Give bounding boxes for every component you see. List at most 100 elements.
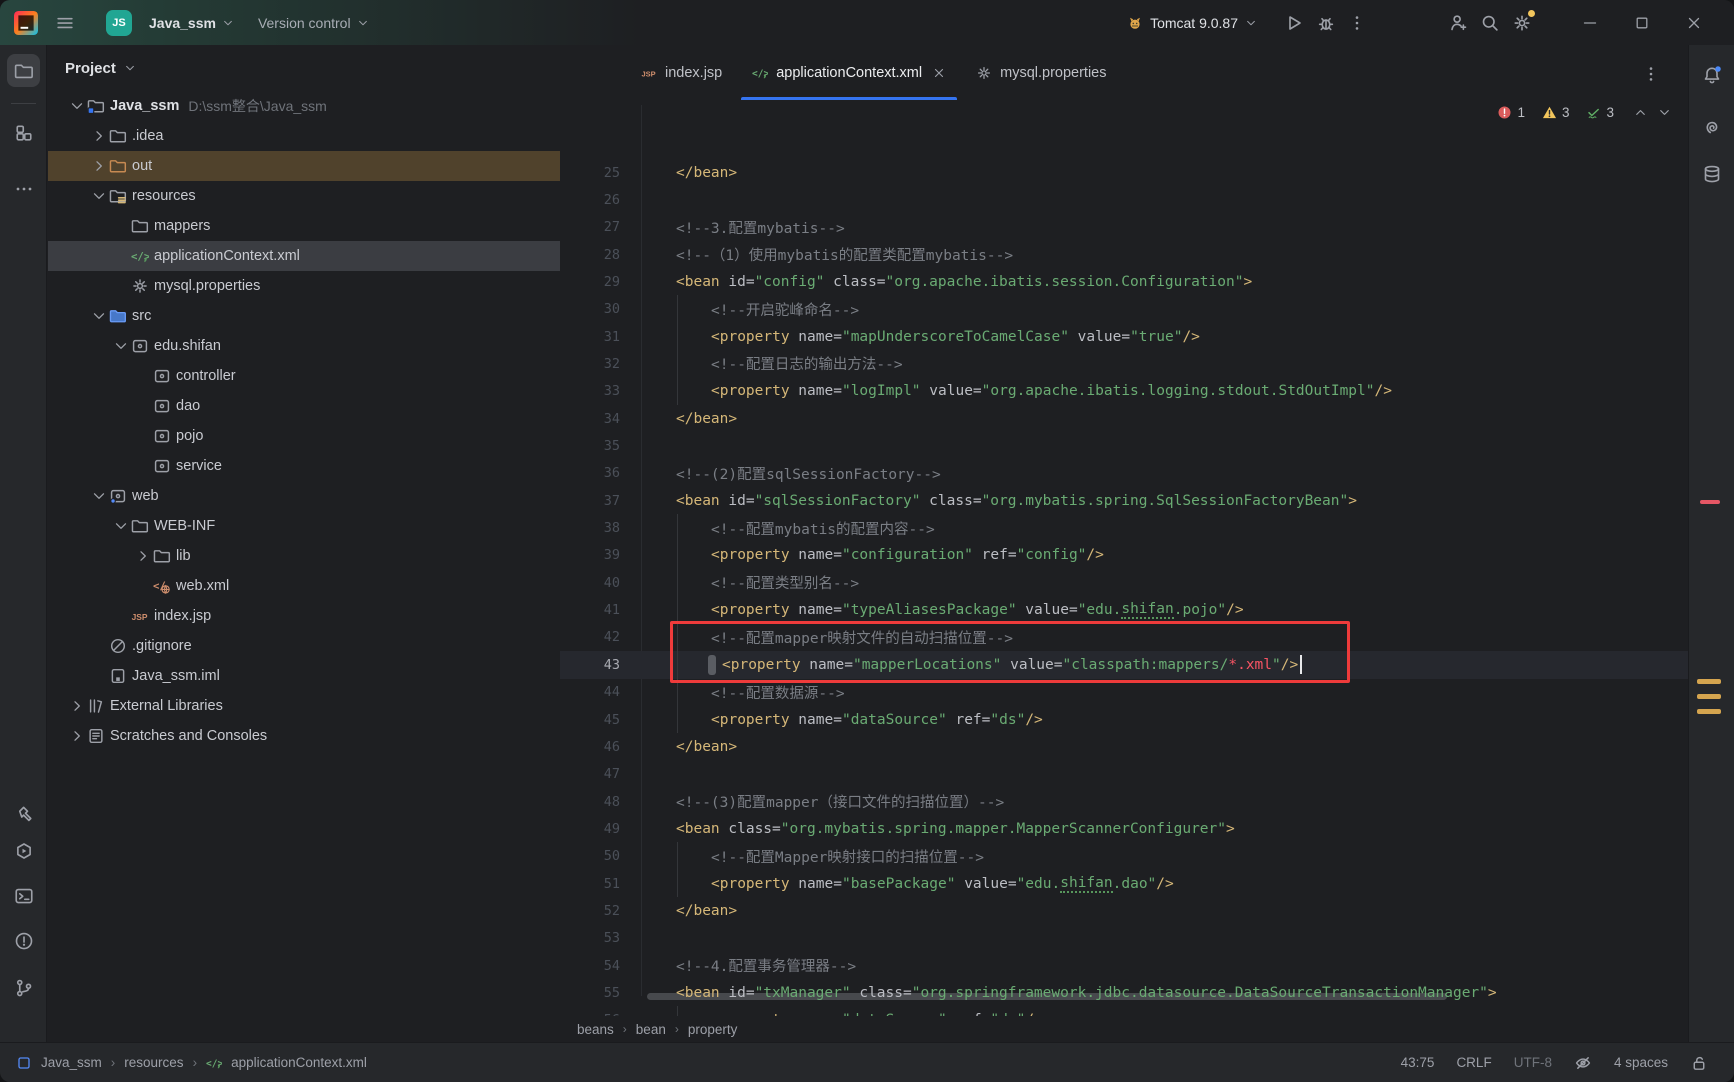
highlighting-level-icon[interactable] [1574, 1054, 1592, 1072]
project-panel-header[interactable]: Project [48, 45, 560, 91]
terminal-tool-button[interactable] [7, 879, 40, 912]
structure-tool-button[interactable] [7, 116, 40, 149]
chevron-right-icon[interactable] [69, 698, 85, 714]
code-line-36[interactable]: <!--(2)配置sqlSessionFactory--> [676, 459, 941, 487]
line-number[interactable]: 29 [560, 268, 620, 296]
tab-index-jsp[interactable]: JSPindex.jsp [626, 45, 737, 100]
tab-options-button[interactable] [1636, 59, 1666, 89]
project-switcher-button[interactable]: Java_ssm [142, 10, 241, 36]
line-number[interactable]: 31 [560, 323, 620, 351]
line-number[interactable]: 47 [560, 760, 620, 788]
line-number[interactable]: 30 [560, 295, 620, 323]
code-line-46[interactable]: </bean> [676, 733, 737, 761]
tree-item-pojo[interactable]: pojo [48, 421, 560, 451]
chevron-down-icon[interactable] [91, 188, 107, 204]
line-number[interactable]: 28 [560, 241, 620, 269]
breadcrumb-beans[interactable]: beans [577, 1022, 614, 1037]
tree-item-edu-shifan[interactable]: edu.shifan [48, 331, 560, 361]
chevron-down-icon[interactable] [113, 518, 129, 534]
code-line-28[interactable]: <!--（1）使用mybatis的配置类配置mybatis--> [676, 241, 1013, 269]
version-control-tool-button[interactable] [7, 971, 40, 1004]
database-tool-button[interactable] [1695, 157, 1729, 191]
ai-assistant-button[interactable] [1695, 110, 1729, 144]
services-tool-button[interactable] [7, 834, 40, 867]
chevron-right-icon[interactable] [91, 158, 107, 174]
breadcrumb-property[interactable]: property [688, 1022, 738, 1037]
build-tool-button[interactable] [7, 796, 40, 829]
code-line-25[interactable]: </bean> [676, 159, 737, 187]
file-encoding[interactable]: UTF-8 [1514, 1055, 1552, 1070]
warning-stripe-mark[interactable] [1697, 694, 1721, 699]
maximize-button[interactable] [1616, 7, 1668, 39]
code-line-38[interactable]: <!--配置mybatis的配置内容--> [711, 514, 935, 542]
tree-item-external-libraries[interactable]: External Libraries [48, 691, 560, 721]
tree-item-web[interactable]: web [48, 481, 560, 511]
code-line-55[interactable]: <bean id="txManager" class="org.springfr… [676, 979, 1497, 1007]
line-number[interactable]: 34 [560, 405, 620, 433]
settings-button[interactable] [1506, 7, 1538, 39]
line-number[interactable]: 44 [560, 678, 620, 706]
project-tool-button[interactable] [7, 54, 40, 87]
line-number[interactable]: 46 [560, 733, 620, 761]
code-line-49[interactable]: <bean class="org.mybatis.spring.mapper.M… [676, 815, 1235, 843]
code-line-34[interactable]: </bean> [676, 405, 737, 433]
code-line-52[interactable]: </bean> [676, 897, 737, 925]
line-number[interactable]: 25 [560, 159, 620, 187]
tree-item-service[interactable]: service [48, 451, 560, 481]
line-number[interactable]: 33 [560, 377, 620, 405]
status-crumb-applicationcontext-xml[interactable]: applicationContext.xml [231, 1055, 367, 1070]
tab-close-icon[interactable] [932, 66, 946, 80]
search-everywhere-button[interactable] [1474, 7, 1506, 39]
chevron-down-icon[interactable] [113, 338, 129, 354]
tree-item-scratches-and-consoles[interactable]: Scratches and Consoles [48, 721, 560, 751]
breadcrumb-bean[interactable]: bean [636, 1022, 666, 1037]
line-number[interactable]: 54 [560, 952, 620, 980]
line-number[interactable]: 40 [560, 569, 620, 597]
code-editor[interactable]: beans›bean›property 25</bean>2627<!--3.配… [560, 100, 1688, 1042]
tree-item-src[interactable]: src [48, 301, 560, 331]
line-number[interactable]: 38 [560, 514, 620, 542]
line-number[interactable]: 35 [560, 432, 620, 460]
line-number[interactable]: 52 [560, 897, 620, 925]
line-number[interactable]: 36 [560, 459, 620, 487]
line-number[interactable]: 39 [560, 541, 620, 569]
line-number[interactable]: 37 [560, 487, 620, 515]
indent-setting[interactable]: 4 spaces [1614, 1055, 1668, 1070]
tree-item--gitignore[interactable]: .gitignore [48, 631, 560, 661]
more-tool-windows-button[interactable] [7, 172, 40, 205]
line-number[interactable]: 26 [560, 186, 620, 214]
tree-item--idea[interactable]: .idea [48, 121, 560, 151]
code-line-51[interactable]: <property name="basePackage" value="edu.… [711, 870, 1174, 898]
line-number[interactable]: 55 [560, 979, 620, 1007]
warning-stripe-mark[interactable] [1697, 679, 1721, 684]
line-number[interactable]: 48 [560, 788, 620, 816]
warning-stripe-mark[interactable] [1697, 709, 1721, 714]
vcs-widget-button[interactable]: Version control [251, 10, 376, 36]
code-line-30[interactable]: <!--开启驼峰命名--> [711, 295, 859, 323]
tree-item-web-inf[interactable]: WEB-INF [48, 511, 560, 541]
more-actions-button[interactable] [1342, 8, 1372, 38]
code-line-39[interactable]: <property name="configuration" ref="conf… [711, 541, 1104, 569]
code-line-27[interactable]: <!--3.配置mybatis--> [676, 213, 845, 241]
caret-position[interactable]: 43:75 [1401, 1055, 1435, 1070]
line-number[interactable]: 32 [560, 350, 620, 378]
lock-open-icon[interactable] [1690, 1054, 1708, 1072]
chevron-down-icon[interactable] [91, 488, 107, 504]
tree-item-index-jsp[interactable]: JSPindex.jsp [48, 601, 560, 631]
line-number[interactable]: 49 [560, 815, 620, 843]
tree-item-lib[interactable]: lib [48, 541, 560, 571]
tree-item-mappers[interactable]: mappers [48, 211, 560, 241]
line-separator[interactable]: CRLF [1456, 1055, 1491, 1070]
debug-button[interactable] [1310, 7, 1342, 39]
tree-item-applicationcontext-xml[interactable]: </>applicationContext.xml [48, 241, 560, 271]
tab-applicationcontext-xml[interactable]: </>applicationContext.xml [737, 45, 961, 100]
code-line-40[interactable]: <!--配置类型别名--> [711, 569, 859, 597]
main-menu-button[interactable] [48, 8, 82, 38]
code-line-45[interactable]: <property name="dataSource" ref="ds"/> [711, 706, 1043, 734]
run-button[interactable] [1278, 7, 1310, 39]
code-line-37[interactable]: <bean id="sqlSessionFactory" class="org.… [676, 487, 1357, 515]
chevron-right-icon[interactable] [69, 728, 85, 744]
tree-item-java-ssm-iml[interactable]: Java_ssm.iml [48, 661, 560, 691]
code-line-32[interactable]: <!--配置日志的输出方法--> [711, 350, 903, 378]
chevron-right-icon[interactable] [135, 548, 151, 564]
